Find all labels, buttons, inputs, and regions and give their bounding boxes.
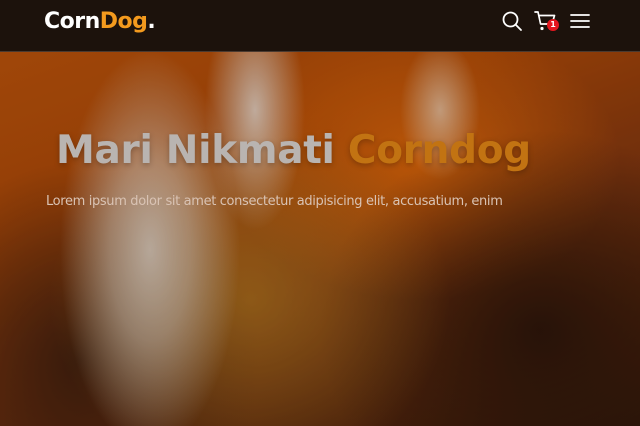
hero-subtitle: Lorem ipsum dolor sit amet consectetur a… xyxy=(46,194,503,209)
hero-title: Mari Nikmati Corndog xyxy=(56,124,531,178)
logo-text-dog: Dog xyxy=(99,9,148,34)
cart-count-badge: 1 xyxy=(547,19,559,31)
hero-overlay xyxy=(0,0,640,426)
menu-button[interactable] xyxy=(566,7,594,35)
cart-button[interactable]: 1 xyxy=(531,7,559,35)
site-header: CornDog. 1 xyxy=(0,0,640,52)
hero-title-part1: Mari Nikmati xyxy=(56,128,335,173)
hero-title-part2: Corndog xyxy=(347,128,531,173)
logo-text-corn: Corn xyxy=(44,9,100,34)
search-icon xyxy=(502,11,522,31)
page: CornDog. 1 Mari Nikmati Corndog Lorem ip… xyxy=(0,0,640,426)
logo[interactable]: CornDog. xyxy=(44,8,156,36)
search-button[interactable] xyxy=(498,7,526,35)
logo-dot: . xyxy=(147,9,156,34)
hamburger-menu-icon xyxy=(570,14,590,28)
